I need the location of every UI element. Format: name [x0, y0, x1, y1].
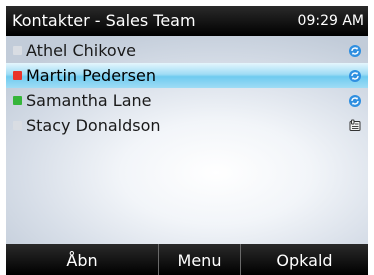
contact-name: Stacy Donaldson [26, 116, 161, 135]
page-title: Kontakter - Sales Team [12, 11, 196, 30]
contact-name: Samantha Lane [26, 91, 152, 110]
presence-status-icon [13, 71, 22, 80]
sync-icon [349, 45, 361, 57]
contact-name: Martin Pedersen [26, 66, 156, 85]
presence-status-icon [13, 121, 22, 130]
call-softkey[interactable]: Opkald [241, 244, 368, 275]
contact-row-athel-chikove[interactable]: Athel Chikove [6, 38, 368, 63]
contact-row-samantha-lane[interactable]: Samantha Lane [6, 88, 368, 113]
contact-row-stacy-donaldson[interactable]: Stacy Donaldson [6, 113, 368, 138]
sync-icon [349, 70, 361, 82]
contact-list: Athel Chikove Martin Pedersen Samantha L… [6, 38, 368, 138]
clock: 09:29 AM [297, 13, 364, 29]
phone-screen: Kontakter - Sales Team 09:29 AM Athel Ch… [6, 6, 368, 275]
softkey-bar: Åbn Menu Opkald [6, 244, 368, 275]
phone-book-icon [349, 119, 361, 131]
sync-icon [349, 95, 361, 107]
contact-name: Athel Chikove [26, 41, 137, 60]
menu-softkey[interactable]: Menu [158, 244, 241, 275]
open-softkey[interactable]: Åbn [6, 244, 158, 275]
presence-status-icon [13, 96, 22, 105]
presence-status-icon [13, 46, 22, 55]
title-bar: Kontakter - Sales Team 09:29 AM [6, 6, 368, 36]
contact-row-martin-pedersen[interactable]: Martin Pedersen [6, 63, 368, 88]
